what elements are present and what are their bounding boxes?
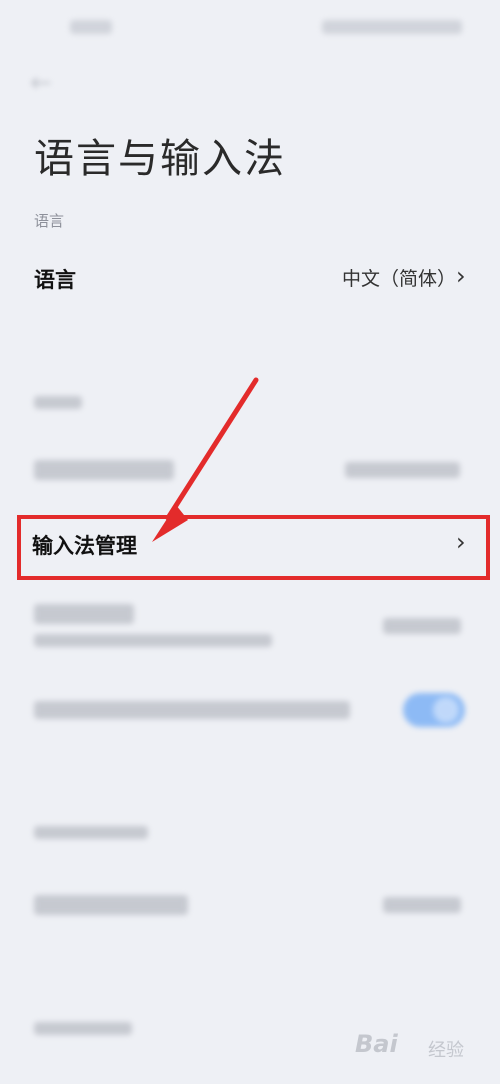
blurred-row-value [345, 462, 460, 478]
section-label-blurred [34, 826, 148, 839]
language-row-value[interactable]: 中文（简体） [342, 264, 456, 291]
toggle-knob [433, 697, 459, 723]
blurred-row-value [383, 618, 461, 634]
arrow-shaft [165, 377, 259, 521]
blurred-row-value [383, 897, 461, 913]
chevron-right-icon: › [456, 528, 466, 556]
blurred-row-subtitle [34, 634, 272, 647]
watermark-logo: Bai [355, 1030, 398, 1058]
status-bar-icons [322, 20, 462, 34]
status-bar-time [70, 20, 112, 34]
blurred-row-label[interactable] [34, 460, 174, 480]
back-arrow-icon[interactable]: ← [30, 68, 52, 98]
watermark-text: 经验 [428, 1040, 464, 1061]
chevron-right-icon: › [456, 262, 466, 290]
blurred-row-label[interactable] [34, 604, 134, 624]
language-row-label[interactable]: 语言 [34, 264, 76, 294]
ime-management-label[interactable]: 输入法管理 [32, 530, 137, 560]
section-label-blurred [34, 396, 82, 409]
blurred-row-label[interactable] [34, 895, 188, 915]
page-title: 语言与输入法 [34, 136, 286, 182]
section-label-blurred [34, 1022, 132, 1035]
section-label-language: 语言 [34, 212, 65, 230]
blurred-toggle-row-label [34, 701, 350, 719]
